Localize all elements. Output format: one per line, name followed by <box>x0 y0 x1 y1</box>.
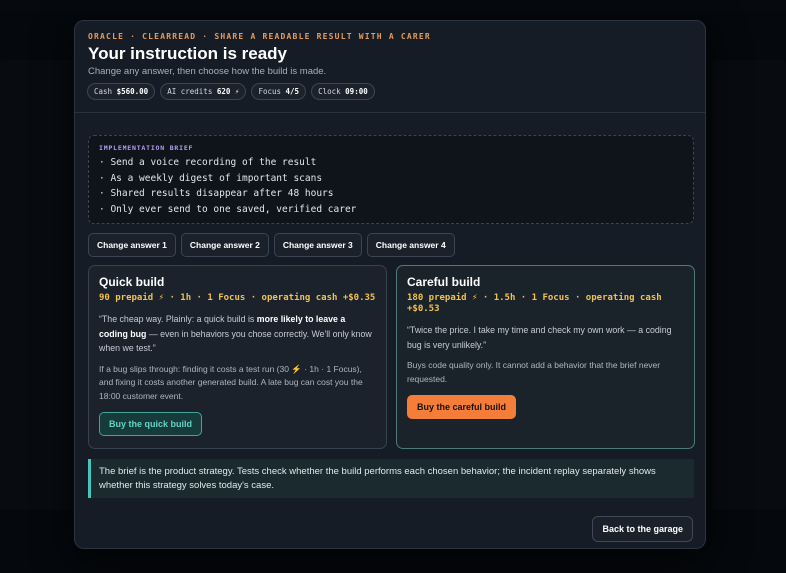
change-answer-row: Change answer 1 Change answer 2 Change a… <box>88 233 455 257</box>
dialog-title: Your instruction is ready <box>88 44 288 63</box>
buy-careful-build-button[interactable]: Buy the careful build <box>407 395 517 419</box>
quote-text: “The cheap way. Plainly: a quick build i… <box>99 314 257 324</box>
chip-label: Focus <box>258 87 282 96</box>
implementation-brief: IMPLEMENTATION BRIEF · Send a voice reco… <box>88 135 694 224</box>
focus-chip: Focus 4/5 <box>251 83 307 100</box>
brief-line: · As a weekly digest of important scans <box>99 172 323 184</box>
quick-build-quote: “The cheap way. Plainly: a quick build i… <box>99 312 376 356</box>
quick-build-card: Quick build 90 prepaid ⚡ · 1h · 1 Focus … <box>88 265 387 449</box>
careful-build-quote: “Twice the price. I take my time and che… <box>407 325 672 350</box>
careful-build-cost: 180 prepaid ⚡ · 1.5h · 1 Focus · operati… <box>407 293 662 314</box>
dialog-subtitle: Change any answer, then choose how the b… <box>88 66 327 77</box>
ai-credits-chip: AI credits 620 ⚡ <box>160 83 247 100</box>
chip-label: Cash <box>94 87 113 96</box>
change-answer-3-button[interactable]: Change answer 3 <box>273 233 362 257</box>
resource-chips: Cash $560.00 AI credits 620 ⚡ Focus 4/5 … <box>87 83 375 100</box>
careful-build-note: Buys code quality only. It cannot add a … <box>407 360 661 384</box>
dialog-header: ORACLE · CLEARREAD · SHARE A READABLE RE… <box>75 21 705 113</box>
chip-value: 620 ⚡ <box>216 87 240 96</box>
quick-build-note: If a bug slips through: finding it costs… <box>99 363 363 401</box>
back-to-garage-button[interactable]: Back to the garage <box>592 516 693 542</box>
brief-line: · Send a voice recording of the result <box>99 157 317 168</box>
brief-label: IMPLEMENTATION BRIEF <box>99 144 194 152</box>
cash-chip: Cash $560.00 <box>87 83 156 100</box>
instruction-ready-dialog: ORACLE · CLEARREAD · SHARE A READABLE RE… <box>74 20 706 549</box>
careful-build-title: Careful build <box>407 275 481 289</box>
chip-label: Clock <box>318 87 341 96</box>
dialog-eyebrow: ORACLE · CLEARREAD · SHARE A READABLE RE… <box>88 32 431 41</box>
clock-chip: Clock 09:00 <box>311 83 375 100</box>
brief-line: · Only ever send to one saved, verified … <box>99 203 357 215</box>
careful-build-card: Careful build 180 prepaid ⚡ · 1.5h · 1 F… <box>396 265 695 449</box>
quick-build-cost: 90 prepaid ⚡ · 1h · 1 Focus · operating … <box>99 293 376 303</box>
brief-line: · Shared results disappear after 48 hour… <box>99 188 334 199</box>
chip-value: $560.00 <box>116 87 149 96</box>
change-answer-4-button[interactable]: Change answer 4 <box>366 233 455 257</box>
quick-build-title: Quick build <box>99 275 165 289</box>
chip-label: AI credits <box>167 87 213 96</box>
chip-value: 4/5 <box>285 87 300 96</box>
change-answer-2-button[interactable]: Change answer 2 <box>180 233 269 257</box>
change-answer-1-button[interactable]: Change answer 1 <box>88 233 176 257</box>
strategy-callout: The brief is the product strategy. Tests… <box>88 459 694 498</box>
chip-value: 09:00 <box>345 87 368 96</box>
buy-quick-build-button[interactable]: Buy the quick build <box>99 412 203 436</box>
